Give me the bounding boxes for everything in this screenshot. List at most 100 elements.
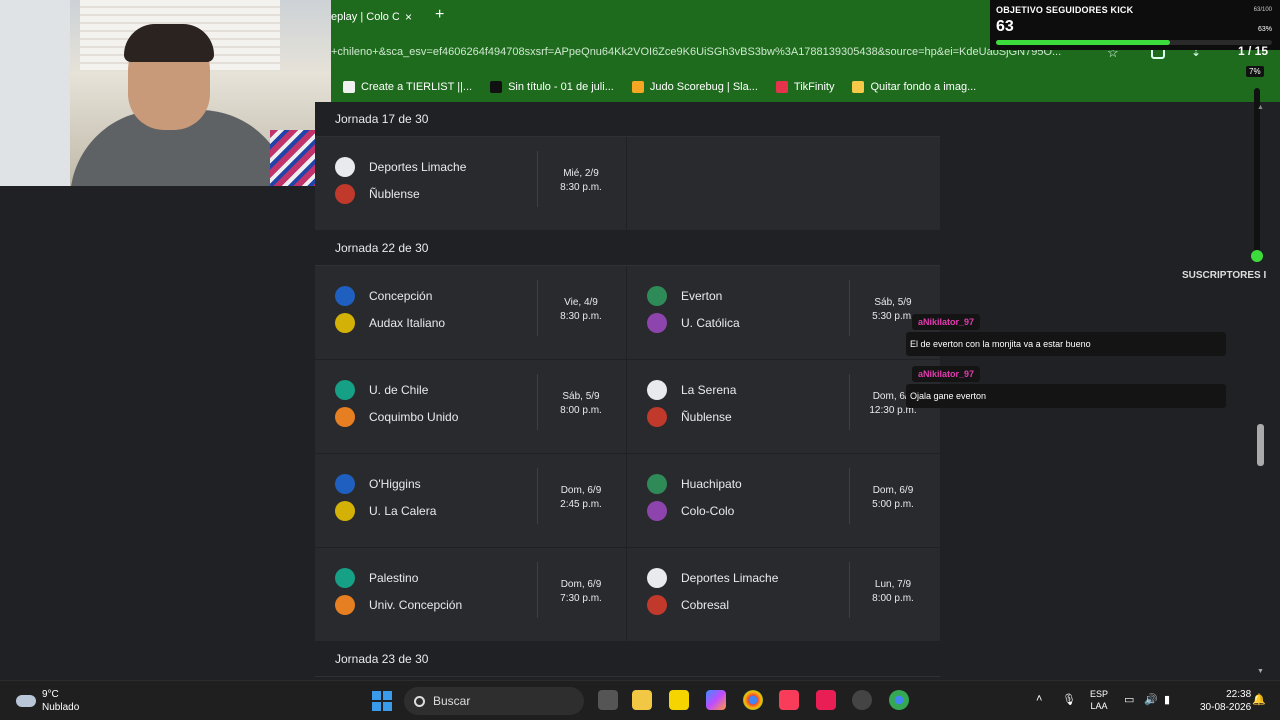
match-datetime: Lun, 7/9 8:00 p.m. (857, 578, 929, 606)
chat-message: aNikilator_97 El de everton con la monji… (906, 312, 1226, 356)
team: Deportes Limache (647, 568, 778, 588)
chat-text: El de everton con la monjita va a estar … (906, 332, 1226, 356)
bookmark-favicon-icon (852, 81, 865, 93)
bookmark-favicon-icon (775, 81, 788, 93)
match-card[interactable]: Everton U. Católica Sáb, 5/9 5:30 p.m. (627, 266, 939, 360)
chrome-icon[interactable] (743, 690, 763, 710)
language-indicator[interactable]: ESP LAA (1090, 688, 1108, 712)
bookmark-item[interactable]: Sin título - 01 de juli... (490, 81, 614, 93)
match-card[interactable]: U. de Chile Coquimbo Unido Sáb, 5/9 8:00 p.… (315, 360, 627, 454)
jornada-heading: Jornada 22 de 30 (315, 231, 940, 266)
scrollbar-thumb[interactable] (1257, 424, 1264, 466)
match-card[interactable]: Concepción Audax Italiano Vie, 4/9 8:30 p.m… (315, 266, 627, 360)
match-divider (849, 468, 850, 524)
team-name: O'Higgins (369, 477, 421, 491)
match-card[interactable]: Deportes Limache Cobresal Lun, 7/9 8:00 p.m… (627, 548, 939, 642)
bookmark-favicon-icon (490, 81, 503, 93)
match-card[interactable]: Huachipato Colo-Colo Dom, 6/9 5:00 p.m. (627, 454, 939, 548)
tab-close-icon[interactable]: × (405, 10, 412, 24)
team-crest-icon (647, 474, 667, 494)
match-datetime: Dom, 6/9 7:30 p.m. (545, 578, 617, 606)
bookmark-item[interactable]: TikFinity (775, 81, 834, 93)
team: Cobresal (647, 595, 729, 615)
bookmark-item[interactable]: Create a TIERLIST ||... (343, 81, 472, 93)
sticky-notes-icon[interactable] (669, 690, 689, 710)
team: O'Higgins (335, 474, 421, 494)
taskbar-search[interactable]: Buscar (404, 687, 584, 715)
match-card[interactable]: Deportes Limache Ñublense Mié, 2/9 8:30 p.m… (315, 137, 627, 231)
notification-icon[interactable]: 🔔 (1252, 693, 1266, 706)
chat-username: aNikilator_97 (912, 366, 981, 382)
bookmark-item[interactable]: Quitar fondo a imag... (852, 81, 976, 93)
match-day: Dom, 6/9 (560, 579, 602, 590)
microphone-icon[interactable]: 🎙 (1062, 693, 1076, 706)
scroll-up-icon[interactable]: ▲ (1257, 104, 1264, 111)
match-day: Dom, 6/9 (872, 485, 914, 496)
clock[interactable]: 22:38 30-08-2026 (1200, 688, 1251, 714)
music-icon[interactable] (779, 690, 799, 710)
webcam-wall (0, 0, 70, 186)
bookmark-label: Quitar fondo a imag... (870, 81, 977, 93)
weather-condition: Nublado (42, 702, 80, 713)
tray-chevron-icon[interactable]: ˄ (1036, 693, 1042, 705)
match-card[interactable]: Palestino Univ. Concepción Dom, 6/9 7:30 p.… (315, 548, 627, 642)
weather-widget[interactable]: 9°C Nublado (16, 688, 79, 714)
match-card[interactable]: La Serena Ñublense Dom, 6/9 12:30 p.m. (627, 360, 939, 454)
team: U. de Chile (335, 380, 428, 400)
chat-message: aNikilator_97 Ojala gane everton (906, 364, 1226, 408)
team-name: Concepción (369, 289, 433, 303)
match-card[interactable]: O'Higgins U. La Calera Dom, 6/9 2:45 p.m. (315, 454, 627, 548)
team-name: Coquimbo Unido (369, 410, 459, 424)
match-datetime: Dom, 6/9 5:00 p.m. (857, 484, 929, 512)
tab-title: eplay | Colo Co (331, 11, 399, 23)
file-explorer-icon[interactable] (632, 690, 652, 710)
team-crest-icon (335, 286, 355, 306)
temperature: 9°C (42, 689, 59, 700)
team-name: Deportes Limache (681, 571, 779, 585)
team-name: U. Católica (681, 316, 740, 330)
copilot-icon[interactable] (706, 690, 726, 710)
battery-icon[interactable]: ▮ (1164, 693, 1170, 706)
sub-goal-indicator (1251, 250, 1263, 262)
scroll-down-icon[interactable]: ▼ (1257, 668, 1264, 675)
team: Colo-Colo (647, 501, 734, 521)
goal-count: 63 (996, 18, 1014, 35)
url-text[interactable]: +chileno+&sca_esv=ef4606264f494708sxsrf=… (331, 46, 1101, 58)
team-crest-icon (335, 313, 355, 333)
new-tab-button[interactable]: + (435, 6, 444, 24)
team-crest-icon (335, 568, 355, 588)
team-crest-icon (335, 184, 355, 204)
match-divider (537, 562, 538, 618)
team-crest-icon (335, 407, 355, 427)
jornada-card: Deportes Limache Ñublense Mié, 2/9 8:30 p.m… (315, 137, 940, 231)
subscribers-label: SUSCRIPTORES I (1182, 270, 1267, 281)
team-name: Ñublense (369, 187, 420, 201)
task-view-icon[interactable] (598, 690, 618, 710)
obs-icon[interactable] (852, 690, 872, 710)
volume-icon[interactable]: 🔊 (1144, 693, 1158, 706)
team-name: Ñublense (681, 410, 732, 424)
match-datetime: Mié, 2/9 8:30 p.m. (545, 167, 617, 195)
match-divider (849, 374, 850, 430)
team-name: U. de Chile (369, 383, 429, 397)
match-time: 8:00 p.m. (560, 405, 602, 416)
team: Ñublense (335, 184, 420, 204)
team-crest-icon (647, 313, 667, 333)
team: U. La Calera (335, 501, 436, 521)
team-crest-icon (335, 501, 355, 521)
team: U. Católica (647, 313, 740, 333)
search-icon (414, 695, 425, 707)
tiktok-icon[interactable] (816, 690, 836, 710)
team-crest-icon (647, 568, 667, 588)
team-name: Colo-Colo (681, 504, 735, 518)
chrome-active-icon[interactable] (889, 690, 909, 710)
chat-username: aNikilator_97 (912, 314, 981, 330)
team-name: Everton (681, 289, 723, 303)
browser-tab[interactable]: eplay | Colo Co × (331, 0, 427, 34)
match-divider (537, 280, 538, 336)
bookmark-item[interactable]: Judo Scorebug | Sla... (631, 81, 758, 93)
team: Coquimbo Unido (335, 407, 458, 427)
match-day: Dom, 6/9 (560, 485, 602, 496)
start-icon[interactable] (372, 691, 392, 711)
network-icon[interactable]: ▭ (1124, 693, 1134, 706)
